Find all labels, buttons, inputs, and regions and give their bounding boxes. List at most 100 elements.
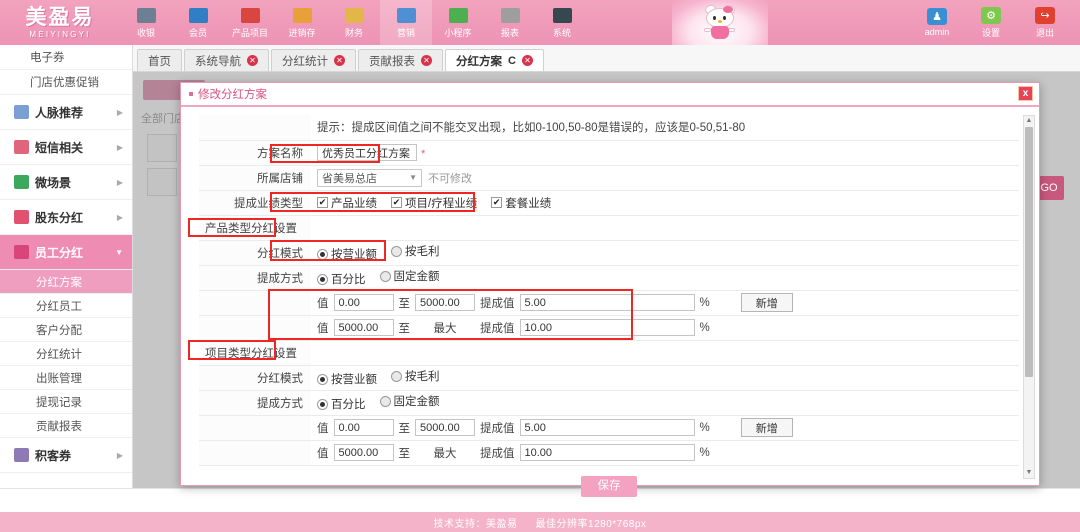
tab-1[interactable]: 系统导航 ✕ [184, 49, 269, 71]
dialog-body: 提示：提成区间值之间不能交叉出现，比如0-100,50-80是错误的，应该是0-… [181, 107, 1039, 497]
nav-item-2[interactable]: 产品项目 [224, 0, 276, 45]
nav-item-5[interactable]: 营销 [380, 0, 432, 45]
nav-item-7[interactable]: 报表 [484, 0, 536, 45]
marketing-icon [395, 6, 417, 24]
range-from-input[interactable] [333, 294, 394, 311]
sidebar-item-11[interactable]: 出账管理 [0, 366, 132, 390]
section-title: 产品类型分红设置 [199, 215, 311, 241]
section-header-1: 项目类型分红设置 [199, 340, 1019, 366]
chevron-right-icon: ▶ [116, 212, 123, 222]
checkbox-perf-type-0[interactable]: ✔ 产品业绩 [317, 195, 377, 211]
sidebar-item-label: 积客券 [35, 448, 72, 463]
radio-mode-1-0[interactable]: 按营业额 [317, 371, 377, 387]
rate-input[interactable] [519, 419, 695, 436]
tab-3[interactable]: 贡献报表 ✕ [358, 49, 443, 71]
sidebar-item-3[interactable]: 短信相关 ▶ [0, 130, 132, 165]
tab-2[interactable]: 分红统计 ✕ [271, 49, 356, 71]
sidebar-item-6[interactable]: 员工分红 ▼ [0, 235, 132, 270]
close-icon[interactable]: x [1018, 86, 1033, 101]
scrollbar-thumb[interactable] [1025, 127, 1033, 377]
save-button[interactable]: 保存 [581, 475, 637, 497]
user-tool-gear[interactable]: ⚙ 设置 [964, 0, 1018, 45]
sidebar-item-13[interactable]: 贡献报表 [0, 414, 132, 438]
mode-label: 分红模式 [199, 365, 311, 391]
sidebar-item-7[interactable]: 分红方案 [0, 270, 132, 294]
tab-label: 首页 [148, 55, 171, 68]
nav-item-6[interactable]: 小程序 [432, 0, 484, 45]
radio-mode-1-1[interactable]: 按毛利 [391, 368, 440, 384]
dialog-header: 修改分红方案 x [181, 83, 1039, 107]
rate-input[interactable] [519, 319, 695, 336]
edit-dividend-plan-dialog: 修改分红方案 x 提示：提成区间值之间不能交叉出现，比如0-100,50-80是… [180, 82, 1040, 497]
close-icon[interactable]: ✕ [521, 55, 533, 66]
radio-mode-0-1[interactable]: 按毛利 [391, 243, 440, 259]
sidebar-item-14[interactable]: 积客券 ▶ [0, 438, 132, 473]
sidebar-item-label: 人脉推荐 [35, 105, 84, 120]
rate-input[interactable] [519, 294, 695, 311]
nav-item-label: 产品项目 [231, 28, 268, 38]
nav-item-8[interactable]: 系统 [536, 0, 588, 45]
nav-item-1[interactable]: 会员 [172, 0, 224, 45]
range-row-1-0: 值 至 提成值% 新增 [199, 415, 1019, 441]
member-icon [187, 6, 209, 24]
rate-label: 提成值 [480, 422, 515, 435]
sidebar-item-9[interactable]: 客户分配 [0, 318, 132, 342]
mobile-icon [14, 175, 29, 189]
radio-icon [317, 398, 328, 410]
sidebar-item-5[interactable]: 股东分红 ▶ [0, 200, 132, 235]
checkbox-label: 产品业绩 [331, 197, 377, 210]
dialog-title: 修改分红方案 [198, 89, 267, 101]
dialog-scrollbar[interactable]: ▲ ▼ [1023, 115, 1035, 479]
app-logo[interactable]: 美盈易 MEIYINGYI [0, 0, 120, 45]
range-from-input[interactable] [333, 419, 394, 436]
radio-method-1-1[interactable]: 固定金额 [379, 393, 440, 409]
sidebar-item-0[interactable]: 电子券 [0, 45, 132, 70]
section-spacer [311, 340, 1019, 366]
store-select[interactable]: 省美易总店 ▼ [317, 168, 422, 187]
scroll-down-arrow-icon[interactable]: ▼ [1024, 468, 1034, 478]
close-icon[interactable]: ✕ [421, 55, 432, 66]
sidebar-item-8[interactable]: 分红员工 [0, 294, 132, 318]
sidebar-item-10[interactable]: 分红统计 [0, 342, 132, 366]
radio-method-0-0[interactable]: 百分比 [317, 271, 366, 287]
application-window: 美盈易 MEIYINGYI 收银 会员 产品项目 进销存 财务 营销 小程序 报表 系统 ♟ ad… [0, 0, 1080, 532]
method-label: 提成方式 [199, 265, 311, 291]
tab-4[interactable]: 分红方案 C ✕ [445, 49, 544, 71]
range-from-input[interactable] [333, 319, 394, 336]
sidebar-item-label: 员工分红 [35, 245, 84, 260]
user-tool-logout[interactable]: ↪ 退出 [1018, 0, 1072, 45]
sidebar-item-2[interactable]: 人脉推荐 ▶ [0, 95, 132, 130]
rate-unit: % [699, 446, 710, 459]
tab-0[interactable]: 首页 [137, 49, 182, 71]
radio-method-0-1[interactable]: 固定金额 [379, 268, 440, 284]
nav-item-3[interactable]: 进销存 [276, 0, 328, 45]
tab-strip: 首页 系统导航 ✕ 分红统计 ✕ 贡献报表 ✕ 分红方案 C ✕ [133, 45, 1080, 72]
range-to-input[interactable] [415, 294, 475, 311]
add-range-button[interactable]: 新增 [740, 418, 793, 437]
refresh-icon[interactable]: C [508, 55, 516, 67]
sidebar-item-12[interactable]: 提现记录 [0, 390, 132, 414]
range-from-input[interactable] [333, 444, 394, 461]
range-to-input[interactable] [415, 419, 475, 436]
sidebar-item-1[interactable]: 门店优惠促销 [0, 70, 132, 95]
sidebar-item-4[interactable]: 微场景 ▶ [0, 165, 132, 200]
checkbox-perf-type-1[interactable]: ✔ 项目/疗程业绩 [391, 195, 477, 211]
plan-name-input[interactable] [317, 144, 417, 161]
radio-method-1-0[interactable]: 百分比 [317, 396, 366, 412]
nav-item-label: 进销存 [288, 28, 316, 38]
perf-type-label: 提成业绩类型 [199, 190, 311, 216]
nav-item-0[interactable]: 收银 [120, 0, 172, 45]
radio-mode-0-0[interactable]: 按营业额 [317, 246, 377, 262]
rate-input[interactable] [519, 444, 695, 461]
close-icon[interactable]: ✕ [334, 55, 345, 66]
close-icon[interactable]: ✕ [247, 55, 258, 66]
checkbox-perf-type-2[interactable]: ✔ 套餐业绩 [491, 195, 551, 211]
mode-row-1: 分红模式 按营业额 按毛利 [199, 365, 1019, 391]
user-tool-user-avatar[interactable]: ♟ admin [910, 0, 964, 45]
add-range-button[interactable]: 新增 [740, 293, 793, 312]
radio-icon [317, 248, 328, 260]
nav-item-4[interactable]: 财务 [328, 0, 380, 45]
scroll-up-arrow-icon[interactable]: ▲ [1024, 116, 1034, 126]
radio-icon [391, 245, 402, 257]
user-tool-label: admin [924, 27, 950, 37]
